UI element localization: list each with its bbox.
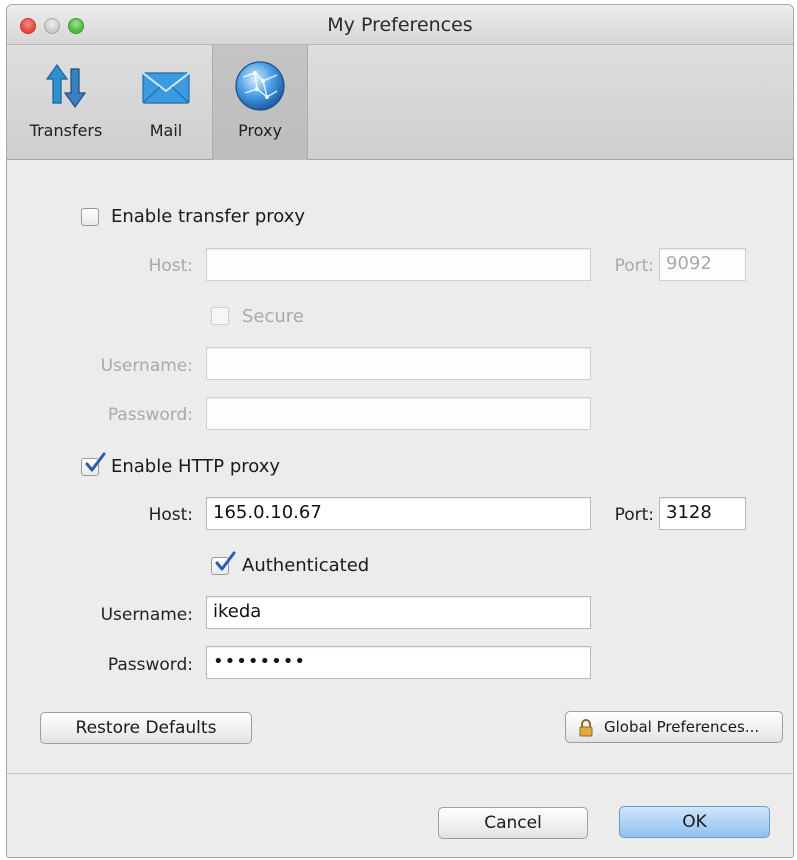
transfers-arrows-icon (45, 63, 87, 109)
secure-checkbox[interactable] (211, 307, 229, 325)
http-host-field[interactable]: 165.0.10.67 (206, 497, 591, 530)
transfer-host-label: Host: (148, 256, 193, 276)
cancel-button[interactable]: Cancel (438, 807, 588, 839)
global-preferences-button[interactable]: Global Preferences... (565, 711, 783, 743)
http-password-label: Password: (107, 655, 193, 675)
dialog-footer: Cancel OK (7, 773, 793, 857)
transfer-username-field[interactable] (206, 347, 591, 380)
ok-button[interactable]: OK (619, 806, 770, 838)
proxy-settings-panel: Enable transfer proxy Host: Port: 9092 S… (7, 161, 793, 773)
tab-label: Proxy (238, 121, 282, 140)
transfer-port-field[interactable]: 9092 (659, 248, 746, 281)
transfer-password-label: Password: (107, 405, 193, 425)
tab-label: Transfers (29, 121, 103, 140)
window-title: My Preferences (327, 14, 473, 36)
transfer-username-label: Username: (100, 356, 193, 376)
enable-http-proxy-checkbox[interactable] (81, 452, 106, 476)
http-username-field[interactable]: ikeda (206, 596, 591, 629)
title-bar: My Preferences (7, 5, 793, 45)
enable-transfer-proxy-label: Enable transfer proxy (111, 206, 306, 227)
checkmark-icon (215, 551, 236, 571)
checkmark-icon (85, 452, 106, 472)
preferences-window: My Preferences Transfers Mail Proxy Enab… (6, 4, 794, 858)
transfer-host-field[interactable] (206, 248, 591, 281)
http-username-label: Username: (100, 605, 193, 625)
transfer-password-field[interactable] (206, 397, 591, 430)
tab-transfers[interactable]: Transfers (19, 45, 113, 160)
http-port-label: Port: (614, 505, 654, 525)
lock-icon (579, 719, 593, 737)
transfer-port-label: Port: (614, 256, 654, 276)
tab-label: Mail (149, 121, 183, 140)
enable-transfer-proxy-checkbox[interactable] (81, 208, 99, 226)
http-port-field[interactable]: 3128 (659, 497, 746, 530)
http-host-label: Host: (148, 505, 193, 525)
restore-defaults-button[interactable]: Restore Defaults (40, 712, 252, 744)
enable-http-proxy-label: Enable HTTP proxy (111, 456, 281, 477)
tab-proxy[interactable]: Proxy (212, 45, 308, 160)
secure-label: Secure (242, 306, 304, 327)
authenticated-label: Authenticated (242, 555, 370, 576)
mail-envelope-icon (142, 72, 190, 104)
authenticated-checkbox[interactable] (211, 551, 236, 575)
proxy-globe-icon (235, 61, 285, 111)
tab-mail[interactable]: Mail (125, 45, 207, 160)
preferences-toolbar: Transfers Mail Proxy (7, 45, 793, 160)
global-preferences-label: Global Preferences... (604, 718, 760, 736)
http-password-field[interactable]: •••••••• (206, 646, 591, 679)
